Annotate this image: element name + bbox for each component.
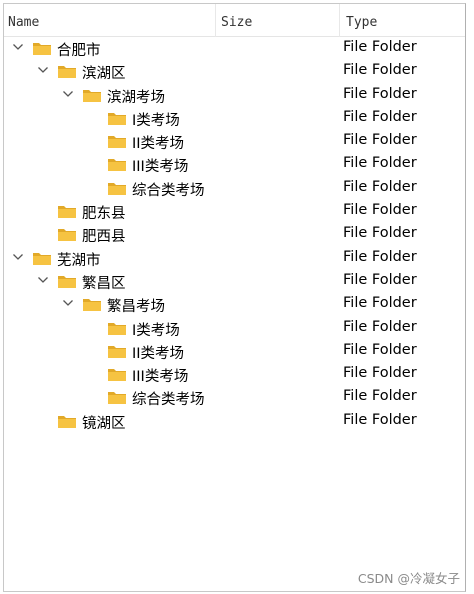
file-tree-view: Name Size Type 合肥市 File Folder 滨湖区 File Fol…	[3, 3, 466, 592]
folder-type: File Folder	[343, 108, 417, 125]
folder-type: File Folder	[343, 271, 417, 288]
folder-icon	[57, 413, 77, 429]
chevron-down-icon[interactable]	[61, 296, 75, 310]
folder-icon	[107, 366, 127, 382]
chevron-down-icon[interactable]	[11, 250, 25, 264]
column-header-row: Name Size Type	[4, 4, 465, 37]
folder-name: III类考场	[132, 159, 189, 176]
folder-name: 综合类考场	[132, 392, 205, 409]
folder-name: 滨湖考场	[107, 89, 165, 106]
folder-icon	[32, 250, 52, 266]
folder-name: 繁昌区	[82, 275, 126, 292]
chevron-down-icon[interactable]	[36, 63, 50, 77]
chevron-down-icon[interactable]	[36, 273, 50, 287]
folder-name: I类考场	[132, 112, 180, 129]
folder-type: File Folder	[343, 318, 417, 335]
tree-row[interactable]: 合肥市 File Folder	[4, 37, 465, 60]
folder-type: File Folder	[343, 388, 417, 405]
folder-name: 综合类考场	[132, 182, 205, 199]
tree-row[interactable]: III类考场 File Folder	[4, 363, 465, 386]
folder-icon	[57, 226, 77, 242]
folder-icon	[57, 273, 77, 289]
folder-name: II类考场	[132, 345, 185, 362]
folder-name: 肥西县	[82, 229, 126, 246]
folder-name: 滨湖区	[82, 66, 126, 83]
folder-type: File Folder	[343, 178, 417, 195]
tree-row[interactable]: III类考场 File Folder	[4, 153, 465, 176]
folder-name: 镜湖区	[82, 415, 126, 432]
folder-type: File Folder	[343, 411, 417, 428]
folder-type: File Folder	[343, 202, 417, 219]
folder-icon	[107, 343, 127, 359]
folder-type: File Folder	[343, 365, 417, 382]
folder-icon	[57, 203, 77, 219]
folder-type: File Folder	[343, 248, 417, 265]
folder-name: 繁昌考场	[107, 299, 165, 316]
folder-name: 芜湖市	[57, 252, 101, 269]
folder-type: File Folder	[343, 341, 417, 358]
folder-icon	[107, 180, 127, 196]
chevron-down-icon[interactable]	[61, 87, 75, 101]
column-header-name[interactable]: Name	[4, 4, 216, 37]
folder-icon	[57, 63, 77, 79]
folder-icon	[82, 296, 102, 312]
tree-row[interactable]: 肥西县 File Folder	[4, 223, 465, 246]
folder-type: File Folder	[343, 225, 417, 242]
tree-row[interactable]: I类考场 File Folder	[4, 317, 465, 340]
folder-icon	[107, 389, 127, 405]
folder-name: III类考场	[132, 369, 189, 386]
tree-row[interactable]: 滨湖考场 File Folder	[4, 84, 465, 107]
folder-icon	[107, 156, 127, 172]
tree-row[interactable]: 综合类考场 File Folder	[4, 386, 465, 409]
chevron-down-icon[interactable]	[11, 40, 25, 54]
tree-row[interactable]: 滨湖区 File Folder	[4, 60, 465, 83]
column-header-size[interactable]: Size	[216, 4, 340, 37]
folder-name: I类考场	[132, 322, 180, 339]
folder-type: File Folder	[343, 155, 417, 172]
tree-row[interactable]: 综合类考场 File Folder	[4, 177, 465, 200]
tree-row[interactable]: 肥东县 File Folder	[4, 200, 465, 223]
watermark: CSDN @冷凝女子	[357, 571, 460, 586]
tree-rows: 合肥市 File Folder 滨湖区 File Folder 滨湖考场 File Fol…	[4, 37, 465, 433]
tree-row[interactable]: II类考场 File Folder	[4, 130, 465, 153]
folder-name: 肥东县	[82, 206, 126, 223]
folder-type: File Folder	[343, 39, 417, 55]
folder-icon	[107, 320, 127, 336]
folder-name: II类考场	[132, 136, 185, 153]
folder-type: File Folder	[343, 132, 417, 149]
tree-row[interactable]: I类考场 File Folder	[4, 107, 465, 130]
folder-type: File Folder	[343, 295, 417, 312]
folder-icon	[32, 40, 52, 56]
folder-icon	[107, 110, 127, 126]
column-header-type[interactable]: Type	[340, 4, 467, 37]
tree-row[interactable]: 繁昌考场 File Folder	[4, 293, 465, 316]
folder-icon	[107, 133, 127, 149]
tree-row[interactable]: 芜湖市 File Folder	[4, 247, 465, 270]
folder-name: 合肥市	[57, 43, 101, 59]
tree-row[interactable]: 镜湖区 File Folder	[4, 410, 465, 433]
folder-type: File Folder	[343, 85, 417, 102]
folder-type: File Folder	[343, 62, 417, 79]
tree-row[interactable]: 繁昌区 File Folder	[4, 270, 465, 293]
tree-row[interactable]: II类考场 File Folder	[4, 340, 465, 363]
folder-icon	[82, 87, 102, 103]
